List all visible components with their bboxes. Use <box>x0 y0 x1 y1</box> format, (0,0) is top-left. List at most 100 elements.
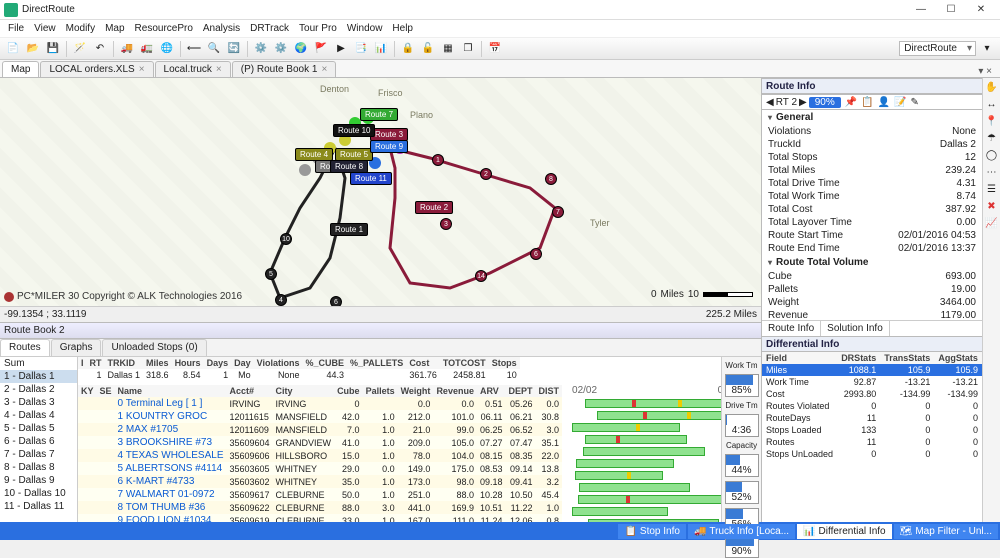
route-list-item[interactable]: 5 - Dallas 5 <box>0 422 77 435</box>
calendar-icon[interactable]: 📅 <box>486 40 504 58</box>
zoom-icon[interactable]: 🔍 <box>205 40 223 58</box>
stop-marker[interactable]: 3 <box>440 218 452 230</box>
diff-row[interactable]: Stops UnLoaded000 <box>762 448 982 460</box>
ellipsis-icon[interactable]: ⋯ <box>987 167 997 178</box>
note-icon[interactable]: 📝 <box>894 97 906 108</box>
refresh-icon[interactable]: 🔄 <box>225 40 243 58</box>
close-icon[interactable]: × <box>139 64 145 75</box>
diff-row[interactable]: Routes Violated000 <box>762 400 982 412</box>
route-list[interactable]: Sum1 - Dallas 12 - Dallas 23 - Dallas 34… <box>0 357 78 522</box>
undo-icon[interactable]: ↶ <box>91 40 109 58</box>
menu-resourcepro[interactable]: ResourcePro <box>135 23 193 34</box>
table-row[interactable]: 2 MAX #170512011609MANSFIELD7.01.021.099… <box>78 423 562 436</box>
menu-modify[interactable]: Modify <box>66 23 95 34</box>
table-row[interactable]: 8 TOM THUMB #3635609622CLEBURNE88.03.044… <box>78 501 562 514</box>
unlock-icon[interactable]: 🔓 <box>419 40 437 58</box>
save-icon[interactable]: 💾 <box>44 40 62 58</box>
route-list-item[interactable]: 2 - Dallas 2 <box>0 383 77 396</box>
lock-icon[interactable]: 🔒 <box>399 40 417 58</box>
diff-row[interactable]: Miles1088.1105.9105.9 <box>762 364 982 376</box>
umbrella-icon[interactable]: ☂ <box>987 133 996 144</box>
table-row[interactable]: 1 KOUNTRY GROC12011615MANSFIELD42.01.021… <box>78 410 562 423</box>
diff-table[interactable]: FieldDRStatsTransStatsAggStatsMiles1088.… <box>762 352 982 460</box>
close-icon[interactable]: × <box>216 64 222 75</box>
diff-row[interactable]: Stops Loaded13300 <box>762 424 982 436</box>
stop-marker[interactable]: 6 <box>530 248 542 260</box>
diff-row[interactable]: Routes1100 <box>762 436 982 448</box>
edit-icon[interactable]: ✎ <box>911 97 919 108</box>
circle-icon[interactable]: ◯ <box>986 150 997 161</box>
menu-file[interactable]: File <box>8 23 24 34</box>
tab-map[interactable]: Map <box>2 61 39 77</box>
table-row[interactable]: 3 BROOKSHIRE #7335609604GRANDVIEW41.01.0… <box>78 436 562 449</box>
table-row[interactable]: 4 TEXAS WHOLESALE35609606HILLSBORO15.01.… <box>78 449 562 462</box>
play-icon[interactable]: ▶ <box>332 40 350 58</box>
status-mapfilter[interactable]: 🗺 Map Filter - Unl... <box>894 524 998 539</box>
table-row[interactable]: 6 K-MART #473335603602WHITNEY35.01.0173.… <box>78 475 562 488</box>
flag-icon[interactable]: 🚩 <box>312 40 330 58</box>
menu-view[interactable]: View <box>34 23 56 34</box>
tab-routeinfo[interactable]: Route Info <box>762 321 821 336</box>
stop-marker[interactable]: 7 <box>552 206 564 218</box>
route-tag[interactable]: Route 11 <box>350 172 392 185</box>
route-list-item[interactable]: 7 - Dallas 7 <box>0 448 77 461</box>
stop-marker[interactable]: 14 <box>475 270 487 282</box>
table-row[interactable]: 9 FOOD LION #103435609619CLEBURNE33.01.0… <box>78 514 562 522</box>
route-list-item[interactable]: 3 - Dallas 3 <box>0 396 77 409</box>
arrow-icon[interactable]: ↔ <box>987 99 997 110</box>
stop-marker[interactable]: 4 <box>275 294 287 306</box>
stop-marker[interactable]: 6 <box>330 296 342 306</box>
diff-row[interactable]: Cost2993.80-134.99-134.99 <box>762 388 982 400</box>
table-row[interactable]: 0 Terminal Leg [ 1 ]IRVINGIRVING00.00.00… <box>78 397 562 410</box>
stop-marker[interactable]: 5 <box>265 268 277 280</box>
copy-icon[interactable]: 📋 <box>861 97 873 108</box>
dropdown-icon[interactable]: ▾ <box>978 40 996 58</box>
rb-tab-graphs[interactable]: Graphs <box>51 339 102 356</box>
status-diffinfo[interactable]: 📊 Differential Info <box>797 524 892 539</box>
globe-icon[interactable]: 🌐 <box>158 40 176 58</box>
route-list-item[interactable]: Sum <box>0 357 77 370</box>
truck-icon[interactable]: 🚚 <box>118 40 136 58</box>
rb-tab-unloaded[interactable]: Unloaded Stops (0) <box>102 339 206 356</box>
menu-map[interactable]: Map <box>105 23 124 34</box>
world-icon[interactable]: 🌍 <box>292 40 310 58</box>
status-truckinfo[interactable]: 🚚 Truck Info [Loca... <box>688 524 795 539</box>
gear-blue-icon[interactable]: ⚙️ <box>272 40 290 58</box>
menu-drtrack[interactable]: DRTrack <box>250 23 289 34</box>
gear-red-icon[interactable]: ⚙️ <box>252 40 270 58</box>
map-panel[interactable]: Denton Frisco Plano Tyler Route 1 Route … <box>0 78 761 306</box>
route-list-item[interactable]: 4 - Dallas 4 <box>0 409 77 422</box>
trailer-icon[interactable]: 🚛 <box>138 40 156 58</box>
close-icon[interactable]: × <box>321 64 327 75</box>
route-list-item[interactable]: 10 - Dallas 10 <box>0 487 77 500</box>
open-icon[interactable]: 📂 <box>24 40 42 58</box>
stop-marker[interactable]: 1 <box>432 154 444 166</box>
tab-orders[interactable]: LOCAL orders.XLS× <box>40 61 153 77</box>
tabs-menu-icon[interactable]: ▾ × <box>972 66 998 77</box>
route-list-item[interactable]: 8 - Dallas 8 <box>0 461 77 474</box>
diff-row[interactable]: RouteDays1100 <box>762 412 982 424</box>
status-stopinfo[interactable]: 📋 Stop Info <box>618 524 685 539</box>
rb-tab-routes[interactable]: Routes <box>0 339 50 356</box>
route-list-item[interactable]: 6 - Dallas 6 <box>0 435 77 448</box>
route-list-item[interactable]: 11 - Dallas 11 <box>0 500 77 513</box>
stop-marker[interactable]: 10 <box>280 233 292 245</box>
chart-icon[interactable]: 📊 <box>372 40 390 58</box>
route-tag[interactable]: Route 9 <box>370 140 408 153</box>
route-list-item[interactable]: 9 - Dallas 9 <box>0 474 77 487</box>
route-detail-grid[interactable]: IRTTRKIDMilesHoursDaysDayViolations%_CUB… <box>78 357 721 522</box>
pin-icon[interactable]: 📌 <box>845 97 857 108</box>
prev-route-icon[interactable]: ◀ <box>766 97 774 108</box>
route-tag[interactable]: Route 7 <box>360 108 398 121</box>
diff-row[interactable]: Work Time92.87-13.21-13.21 <box>762 376 982 388</box>
table-row[interactable]: 5 ALBERTSONS #411435603605WHITNEY29.00.0… <box>78 462 562 475</box>
stop-marker[interactable]: 2 <box>480 168 492 180</box>
route-list-item[interactable]: 1 - Dallas 1 <box>0 370 77 383</box>
tile-icon[interactable]: ▦ <box>439 40 457 58</box>
wizard-icon[interactable]: 🪄 <box>71 40 89 58</box>
x-icon[interactable]: ✖ <box>987 201 995 212</box>
route-tag[interactable]: Route 2 <box>415 201 453 214</box>
route-tag[interactable]: Route 10 <box>333 124 375 137</box>
menu-help[interactable]: Help <box>392 23 413 34</box>
tab-solutioninfo[interactable]: Solution Info <box>821 321 890 336</box>
